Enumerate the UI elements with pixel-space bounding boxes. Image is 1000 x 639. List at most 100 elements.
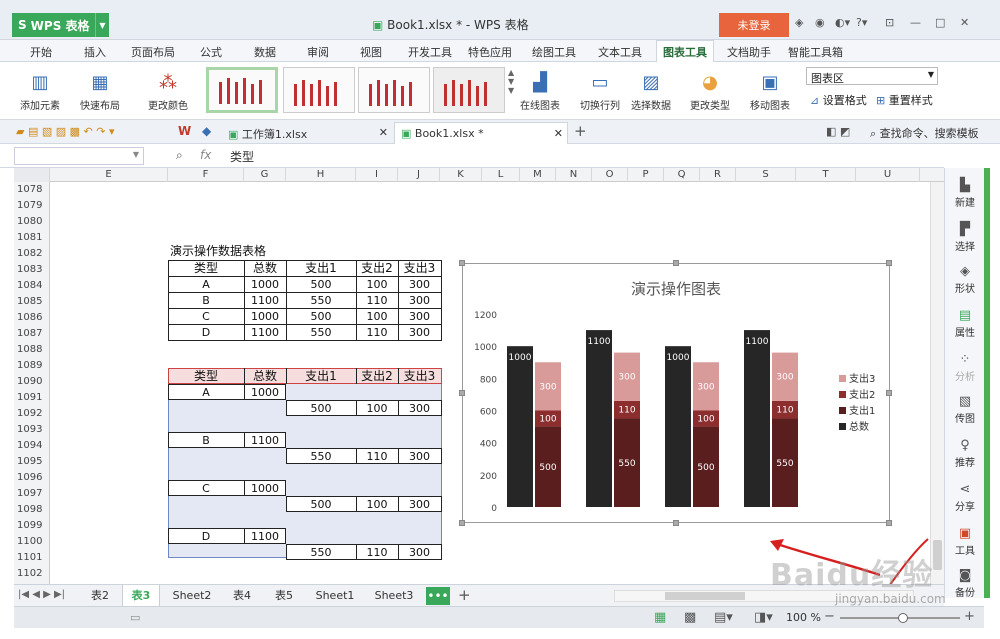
table1-cell[interactable]: 100 xyxy=(356,309,398,325)
resize-handle[interactable] xyxy=(459,520,465,526)
zoom-level[interactable]: 100 % xyxy=(786,611,821,624)
fx-icon[interactable]: fx xyxy=(200,148,211,162)
page-break-view-icon[interactable]: ▩ xyxy=(684,610,696,625)
table1-cell[interactable]: A xyxy=(168,277,244,293)
table1-header[interactable]: 类型 xyxy=(168,261,244,277)
table2-cell[interactable]: C xyxy=(168,481,244,497)
column-header[interactable]: T xyxy=(796,168,856,182)
table2-cell[interactable]: 500 xyxy=(286,497,356,513)
menu-view[interactable]: 视图 xyxy=(360,44,382,60)
quick-access-icons[interactable]: ▰ ▤ ▧ ▨ ▩ ↶ ↷ ▾ xyxy=(16,125,114,138)
row-header[interactable]: 1093 xyxy=(14,422,49,438)
table1-cell[interactable]: 300 xyxy=(398,293,441,309)
switch-row-col-button[interactable]: ▭ 切换行列 xyxy=(580,66,620,116)
zoom-in-icon[interactable]: + xyxy=(964,609,975,624)
panel-new[interactable]: ▙ 新建 xyxy=(945,178,985,209)
table2-cell[interactable]: A xyxy=(168,385,244,401)
sheet-tab[interactable]: 表5 xyxy=(266,585,302,607)
style-scroll-icon[interactable]: ▲ ▼ ▼ xyxy=(508,68,514,95)
pin-icon[interactable]: ◧ ◩ xyxy=(826,125,850,138)
row-header[interactable]: 1096 xyxy=(14,470,49,486)
table2-cell[interactable]: 100 xyxy=(356,497,398,513)
maximize-icon[interactable]: □ xyxy=(935,16,945,29)
doc-tab-workbook1[interactable]: ▣ 工作簿1.xlsx ✕ xyxy=(222,122,392,144)
menu-chart-tools[interactable]: 图表工具 xyxy=(656,40,714,62)
table1-cell[interactable]: C xyxy=(168,309,244,325)
close-tab-icon[interactable]: ✕ xyxy=(554,127,563,140)
minimize-icon[interactable]: — xyxy=(910,16,921,29)
row-header[interactable]: 1101 xyxy=(14,550,49,566)
column-header[interactable]: U xyxy=(856,168,920,182)
table1-cell[interactable]: 110 xyxy=(356,293,398,309)
table1-cell[interactable]: 300 xyxy=(398,277,441,293)
normal-view-icon[interactable]: ▦ xyxy=(654,610,666,625)
panel-recommend[interactable]: ♀ 推荐 xyxy=(945,438,985,469)
table2-header[interactable]: 支出2 xyxy=(356,369,398,385)
change-color-button[interactable]: ⁂ 更改颜色 xyxy=(148,66,188,116)
column-header[interactable]: G xyxy=(244,168,286,182)
table1-cell[interactable]: 1000 xyxy=(244,309,286,325)
table1-cell[interactable]: D xyxy=(168,325,244,341)
zoom-out-icon[interactable]: − xyxy=(824,609,835,624)
close-icon[interactable]: ✕ xyxy=(960,16,969,29)
chevron-down-icon[interactable]: ▼ xyxy=(95,13,109,37)
sheet-tab[interactable]: Sheet3 xyxy=(366,585,422,607)
sheet-nav-icons[interactable]: |◀ ◀ ▶ ▶| xyxy=(18,589,65,600)
panel-shape[interactable]: ◈ 形状 xyxy=(945,264,985,295)
restore-window-icon[interactable]: ⊡ xyxy=(885,16,894,29)
table1-header[interactable]: 支出3 xyxy=(398,261,441,277)
resize-handle[interactable] xyxy=(459,390,465,396)
table2-cell[interactable]: 300 xyxy=(398,497,441,513)
menu-smart-toolbox[interactable]: 智能工具箱 xyxy=(788,44,843,60)
sheet-tab[interactable]: Sheet2 xyxy=(164,585,220,607)
doc-tab-book1[interactable]: ▣ Book1.xlsx * ✕ xyxy=(394,122,568,144)
login-button[interactable]: 未登录 xyxy=(719,13,789,37)
sheet-tab[interactable]: 表2 xyxy=(82,585,118,607)
table1-cell[interactable]: 300 xyxy=(398,309,441,325)
quick-layout-button[interactable]: ▦ 快速布局 xyxy=(80,66,120,116)
macro-icon[interactable]: ▭ xyxy=(130,611,140,624)
menu-home[interactable]: 开始 xyxy=(30,44,52,60)
vertical-scrollbar[interactable] xyxy=(930,182,944,584)
row-header[interactable]: 1080 xyxy=(14,214,49,230)
add-sheet-icon[interactable]: + xyxy=(458,586,471,604)
table2-cell[interactable]: B xyxy=(168,433,244,449)
table2-cell[interactable]: 100 xyxy=(356,401,398,417)
table1-header[interactable]: 支出1 xyxy=(286,261,356,277)
table1-cell[interactable]: 550 xyxy=(286,325,356,341)
table1-cell[interactable]: 1100 xyxy=(244,293,286,309)
resize-handle[interactable] xyxy=(886,390,892,396)
row-header[interactable]: 1079 xyxy=(14,198,49,214)
panel-properties[interactable]: ▤ 属性 xyxy=(945,308,985,339)
row-header[interactable]: 1084 xyxy=(14,278,49,294)
table2-cell[interactable]: 500 xyxy=(286,401,356,417)
table2-cell[interactable]: 1100 xyxy=(244,529,286,545)
formula-input[interactable]: 类型 xyxy=(230,148,254,165)
column-header[interactable]: R xyxy=(700,168,736,182)
row-header[interactable]: 1082 xyxy=(14,246,49,262)
row-header[interactable]: 1092 xyxy=(14,406,49,422)
skin-icon[interactable]: ◈ xyxy=(795,16,803,29)
row-header[interactable]: 1086 xyxy=(14,310,49,326)
chart-style-thumb-1[interactable] xyxy=(206,67,278,113)
scrollbar-thumb[interactable] xyxy=(665,592,745,600)
menu-text-tools[interactable]: 文本工具 xyxy=(598,44,642,60)
scrollbar-thumb[interactable] xyxy=(933,540,942,570)
table2-header[interactable]: 类型 xyxy=(168,369,244,385)
table2-cell[interactable]: 550 xyxy=(286,545,356,561)
change-type-button[interactable]: ◕ 更改类型 xyxy=(690,66,730,116)
table2-cell[interactable]: 110 xyxy=(356,545,398,561)
zoom-formula-icon[interactable]: ⌕ xyxy=(176,148,183,163)
table2-header[interactable]: 支出3 xyxy=(398,369,441,385)
row-header[interactable]: 1099 xyxy=(14,518,49,534)
table1-cell[interactable]: 1000 xyxy=(244,277,286,293)
column-header[interactable]: J xyxy=(398,168,440,182)
app-menu-button[interactable]: S WPS 表格 ▼ xyxy=(12,13,109,37)
column-header[interactable]: K xyxy=(440,168,482,182)
panel-collapse-strip[interactable] xyxy=(984,168,990,598)
table2-header[interactable]: 总数 xyxy=(244,369,286,385)
table1-cell[interactable]: 500 xyxy=(286,309,356,325)
table1-cell[interactable]: 550 xyxy=(286,293,356,309)
row-header[interactable]: 1083 xyxy=(14,262,49,278)
table2-cell[interactable]: 1000 xyxy=(244,481,286,497)
